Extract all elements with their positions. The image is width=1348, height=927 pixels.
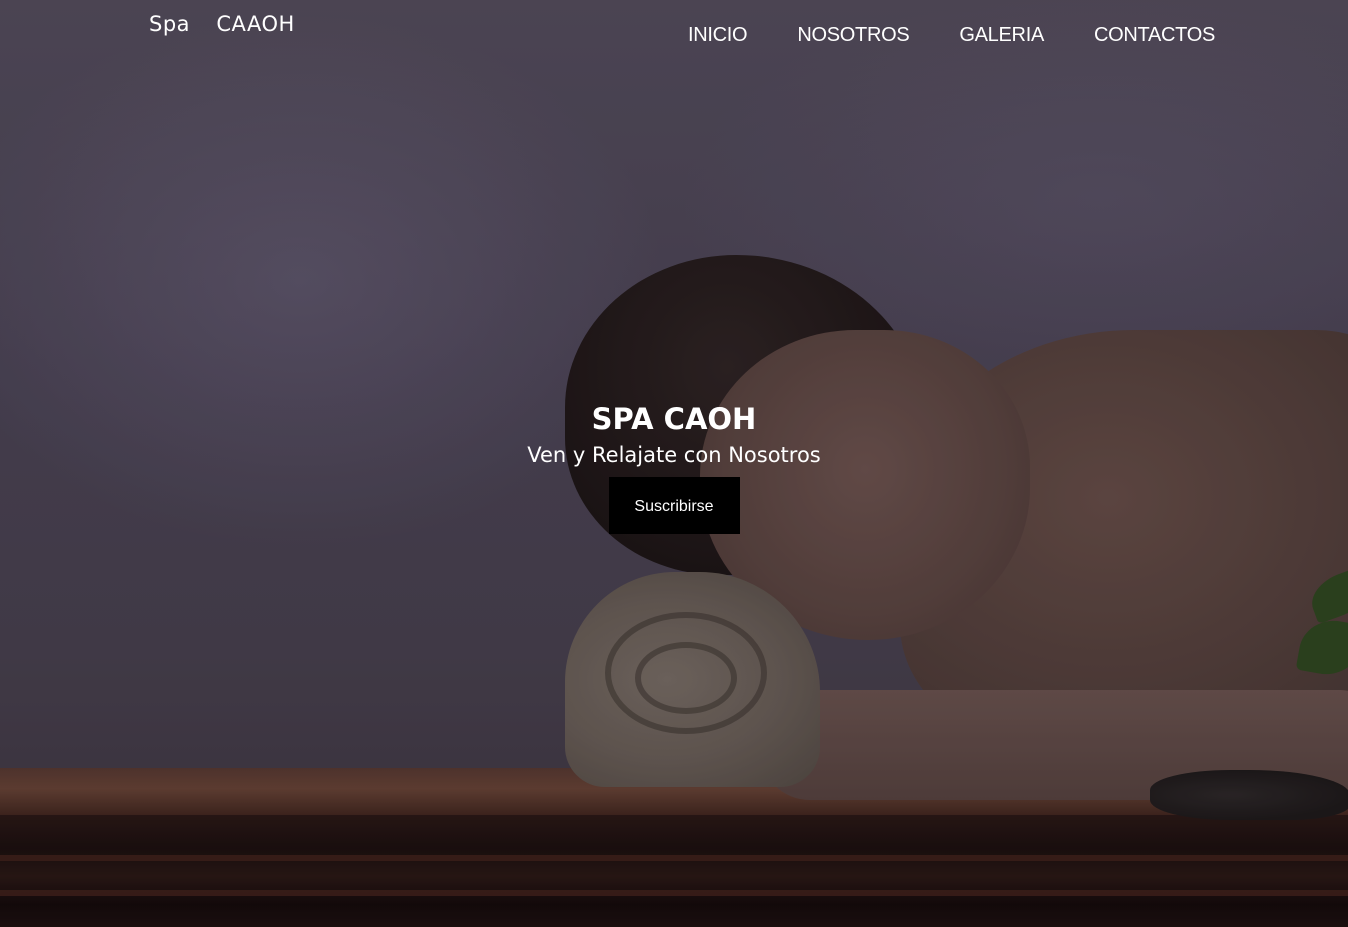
brand-logo-text[interactable]: Spa CAAOH	[149, 12, 295, 36]
hero-subtitle: Ven y Relajate con Nosotros	[527, 443, 821, 467]
nav-item-nosotros[interactable]: NOSOTROS	[797, 24, 909, 47]
hero-section: SPA CAOH Ven y Relajate con Nosotros Sus…	[0, 400, 1348, 534]
nav-item-inicio[interactable]: INICIO	[688, 24, 748, 47]
nav-item-contactos[interactable]: CONTACTOS	[1094, 24, 1215, 47]
page: Spa CAAOH INICIO NOSOTROS GALERIA CONTAC…	[0, 0, 1348, 927]
nav-item-galeria[interactable]: GALERIA	[959, 24, 1044, 47]
hero-title: SPA CAOH	[591, 402, 757, 436]
subscribe-button[interactable]: Suscribirse	[608, 477, 740, 534]
main-nav: INICIO NOSOTROS GALERIA CONTACTOS	[688, 24, 1215, 47]
